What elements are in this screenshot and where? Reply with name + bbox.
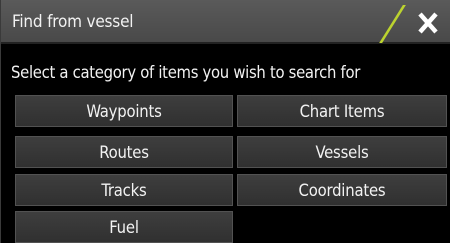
coordinates-button[interactable]: Coordinates	[237, 174, 447, 206]
close-button[interactable]	[410, 8, 446, 38]
fuel-button[interactable]: Fuel	[15, 211, 233, 243]
routes-button[interactable]: Routes	[15, 136, 233, 168]
tracks-button[interactable]: Tracks	[15, 174, 233, 206]
close-icon	[418, 12, 438, 34]
find-from-vessel-dialog: Find from vessel Select a category of it…	[0, 0, 450, 243]
title-bar: Find from vessel	[1, 0, 450, 44]
waypoints-button[interactable]: Waypoints	[15, 95, 233, 127]
dialog-title: Find from vessel	[12, 12, 134, 32]
chart-items-button[interactable]: Chart Items	[237, 95, 447, 127]
vessels-button[interactable]: Vessels	[237, 136, 447, 168]
accent-divider	[379, 5, 406, 43]
search-prompt: Select a category of items you wish to s…	[11, 63, 361, 82]
